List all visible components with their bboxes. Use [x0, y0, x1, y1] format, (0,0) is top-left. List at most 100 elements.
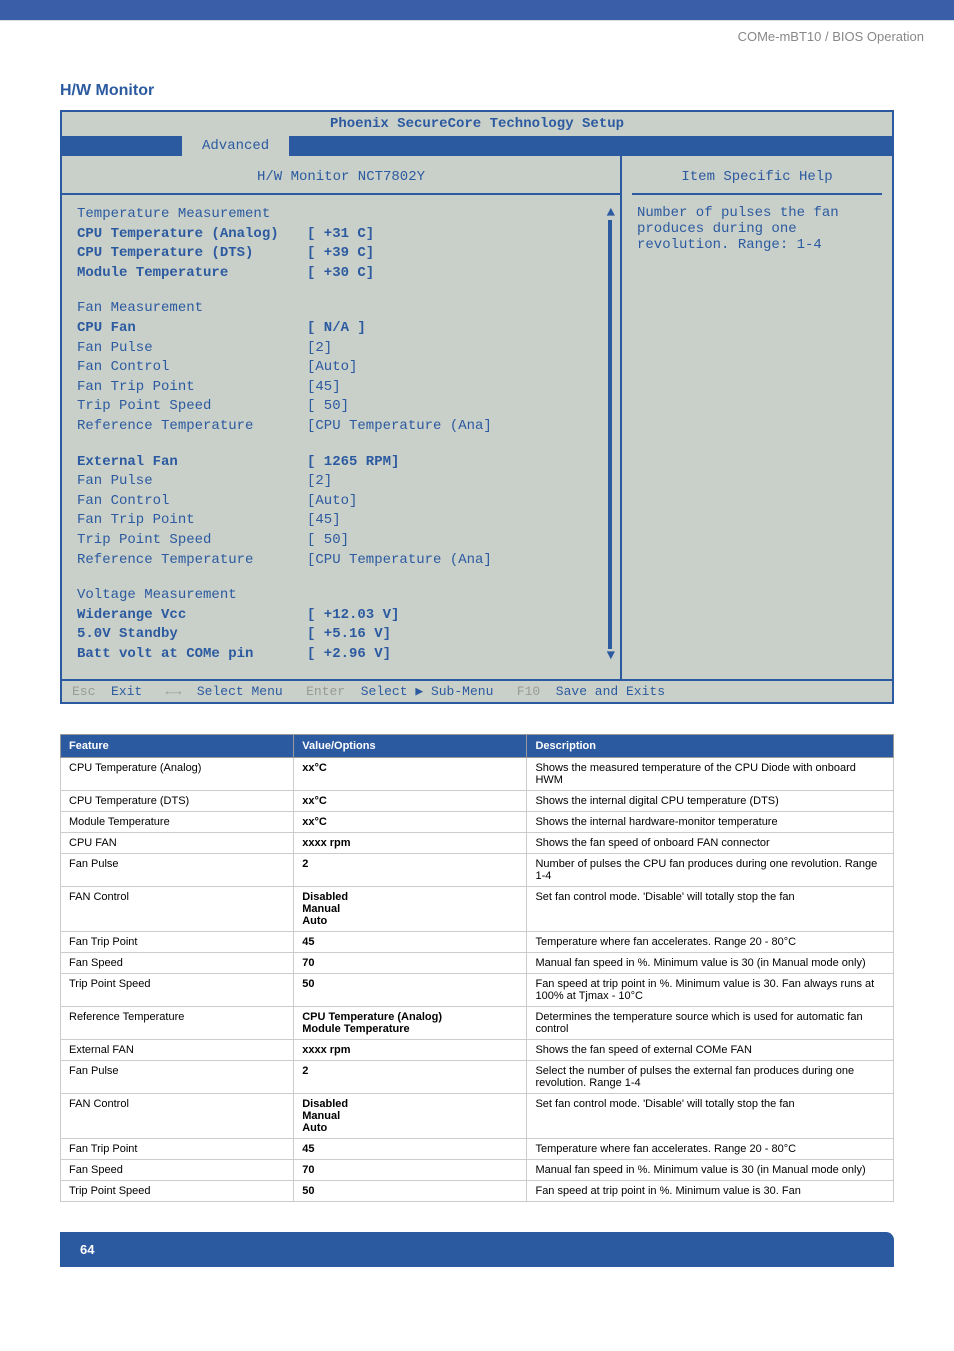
th-description: Description — [527, 735, 894, 758]
table-cell: 50 — [294, 974, 527, 1007]
table-row: Trip Point Speed50Fan speed at trip poin… — [61, 1181, 894, 1202]
table-cell: 70 — [294, 1160, 527, 1181]
bios-row[interactable]: Trip Point Speed[ 50] — [77, 531, 605, 551]
table-cell: Shows the measured temperature of the CP… — [527, 758, 894, 791]
bios-row[interactable]: Fan Control[Auto] — [77, 492, 605, 512]
bios-help-panel: Item Specific Help Number of pulses the … — [622, 156, 892, 679]
bios-label: Reference Temperature — [77, 417, 307, 437]
ext-fan-label: External Fan — [77, 453, 307, 473]
table-row: CPU FANxxxx rpmShows the fan speed of on… — [61, 833, 894, 854]
bios-label: CPU Temperature (DTS) — [77, 244, 307, 264]
bios-row[interactable]: Fan Control[Auto] — [77, 358, 605, 378]
esc-key: Esc — [72, 684, 95, 699]
bios-screenshot: Phoenix SecureCore Technology Setup Adva… — [60, 110, 894, 704]
bios-label: Fan Pulse — [77, 339, 307, 359]
table-cell: Set fan control mode. 'Disable' will tot… — [527, 887, 894, 932]
bios-row[interactable]: Trip Point Speed[ 50] — [77, 397, 605, 417]
breadcrumb: COMe-mBT10 / BIOS Operation — [0, 20, 954, 52]
table-cell: CPU Temperature (DTS) — [61, 791, 294, 812]
table-row: Module Temperaturexx°CShows the internal… — [61, 812, 894, 833]
bios-row[interactable]: Widerange Vcc[ +12.03 V] — [77, 606, 605, 626]
table-cell: Shows the internal digital CPU temperatu… — [527, 791, 894, 812]
table-cell: External FAN — [61, 1040, 294, 1061]
bios-label: Module Temperature — [77, 264, 307, 284]
bios-row[interactable]: Fan Trip Point[45] — [77, 511, 605, 531]
bios-row[interactable]: CPU Fan[ N/A ] — [77, 319, 605, 339]
table-cell: 2 — [294, 854, 527, 887]
table-cell: Fan Pulse — [61, 1061, 294, 1094]
bios-row[interactable]: CPU Temperature (DTS)[ +39 C] — [77, 244, 605, 264]
bios-value: [CPU Temperature (Ana] — [307, 551, 605, 571]
table-cell: CPU Temperature (Analog) — [61, 758, 294, 791]
bios-value: [ N/A ] — [307, 319, 605, 339]
bios-label: Fan Control — [77, 492, 307, 512]
bios-main-panel: H/W Monitor NCT7802Y ▲ ▼ Temperature Mea… — [62, 156, 622, 679]
bios-label: Fan Control — [77, 358, 307, 378]
table-row: Fan Trip Point45Temperature where fan ac… — [61, 1139, 894, 1160]
bios-row[interactable]: CPU Temperature (Analog)[ +31 C] — [77, 225, 605, 245]
table-cell: Fan Trip Point — [61, 932, 294, 953]
table-cell: xxxx rpm — [294, 1040, 527, 1061]
table-row: External FANxxxx rpmShows the fan speed … — [61, 1040, 894, 1061]
table-cell: Fan Speed — [61, 1160, 294, 1181]
table-row: CPU Temperature (Analog)xx°CShows the me… — [61, 758, 894, 791]
bios-value: [2] — [307, 472, 605, 492]
bios-tabs: Advanced — [62, 136, 892, 156]
scroll-down-icon[interactable]: ▼ — [607, 648, 615, 664]
bios-value: [ +2.96 V] — [307, 645, 605, 665]
bios-value: [2] — [307, 339, 605, 359]
bios-title: Phoenix SecureCore Technology Setup — [62, 112, 892, 136]
table-cell: Number of pulses the CPU fan produces du… — [527, 854, 894, 887]
bios-row[interactable]: 5.0V Standby[ +5.16 V] — [77, 625, 605, 645]
table-cell: 45 — [294, 1139, 527, 1160]
table-cell: Set fan control mode. 'Disable' will tot… — [527, 1094, 894, 1139]
bios-value: [Auto] — [307, 492, 605, 512]
ext-fan-value: [ 1265 RPM] — [307, 453, 605, 473]
bios-label: 5.0V Standby — [77, 625, 307, 645]
f10-key: F10 — [517, 684, 540, 699]
fan-heading: Fan Measurement — [77, 299, 307, 319]
feature-table: Feature Value/Options Description CPU Te… — [60, 734, 894, 1202]
page-number: 64 — [60, 1242, 94, 1257]
table-cell: Fan speed at trip point in %. Minimum va… — [527, 974, 894, 1007]
help-text: Number of pulses the fan produces during… — [632, 195, 882, 263]
bios-row[interactable]: Fan Pulse[2] — [77, 339, 605, 359]
bios-row[interactable]: Batt volt at COMe pin[ +2.96 V] — [77, 645, 605, 665]
bios-value: [ 50] — [307, 531, 605, 551]
select-sub-label: Select ▶ Sub-Menu — [361, 684, 494, 699]
bios-row[interactable]: Module Temperature[ +30 C] — [77, 264, 605, 284]
table-row: FAN ControlDisabledManualAutoSet fan con… — [61, 887, 894, 932]
arrows-key: ←→ — [166, 684, 182, 699]
header-bar — [0, 0, 954, 20]
table-row: Fan Speed70Manual fan speed in %. Minimu… — [61, 1160, 894, 1181]
bios-label: Fan Trip Point — [77, 511, 307, 531]
select-menu-label: Select Menu — [197, 684, 283, 699]
table-cell: xxxx rpm — [294, 833, 527, 854]
bios-label: Batt volt at COMe pin — [77, 645, 307, 665]
table-row: Fan Speed70Manual fan speed in %. Minimu… — [61, 953, 894, 974]
table-cell: Trip Point Speed — [61, 1181, 294, 1202]
scrollbar[interactable] — [608, 220, 612, 649]
table-cell: 70 — [294, 953, 527, 974]
bios-row[interactable]: Fan Trip Point[45] — [77, 378, 605, 398]
tab-advanced[interactable]: Advanced — [182, 136, 289, 156]
bios-row[interactable]: Reference Temperature[CPU Temperature (A… — [77, 551, 605, 571]
bios-row[interactable]: Fan Pulse[2] — [77, 472, 605, 492]
th-value: Value/Options — [294, 735, 527, 758]
bios-value: [Auto] — [307, 358, 605, 378]
table-cell: Module Temperature — [61, 812, 294, 833]
bios-value: [ +39 C] — [307, 244, 605, 264]
bios-row[interactable]: Reference Temperature[CPU Temperature (A… — [77, 417, 605, 437]
table-row: CPU Temperature (DTS)xx°CShows the inter… — [61, 791, 894, 812]
scroll-up-icon[interactable]: ▲ — [607, 205, 615, 221]
bios-value: [45] — [307, 511, 605, 531]
table-cell: Shows the internal hardware-monitor temp… — [527, 812, 894, 833]
table-cell: Trip Point Speed — [61, 974, 294, 1007]
table-row: Fan Pulse2Number of pulses the CPU fan p… — [61, 854, 894, 887]
table-cell: Fan Pulse — [61, 854, 294, 887]
save-label: Save and Exits — [556, 684, 665, 699]
table-cell: CPU FAN — [61, 833, 294, 854]
table-cell: 2 — [294, 1061, 527, 1094]
bios-value: [ +5.16 V] — [307, 625, 605, 645]
page-footer: 64 — [60, 1232, 894, 1267]
